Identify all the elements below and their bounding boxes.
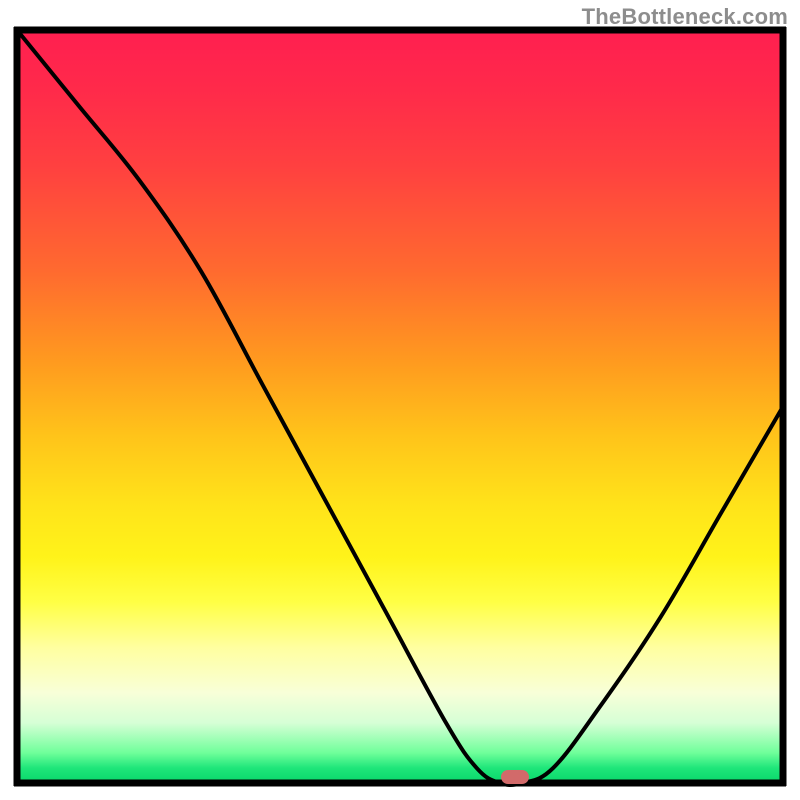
chart-frame: TheBottleneck.com — [0, 0, 800, 800]
optimum-marker-icon — [501, 770, 529, 784]
bottleneck-curve — [0, 0, 800, 800]
